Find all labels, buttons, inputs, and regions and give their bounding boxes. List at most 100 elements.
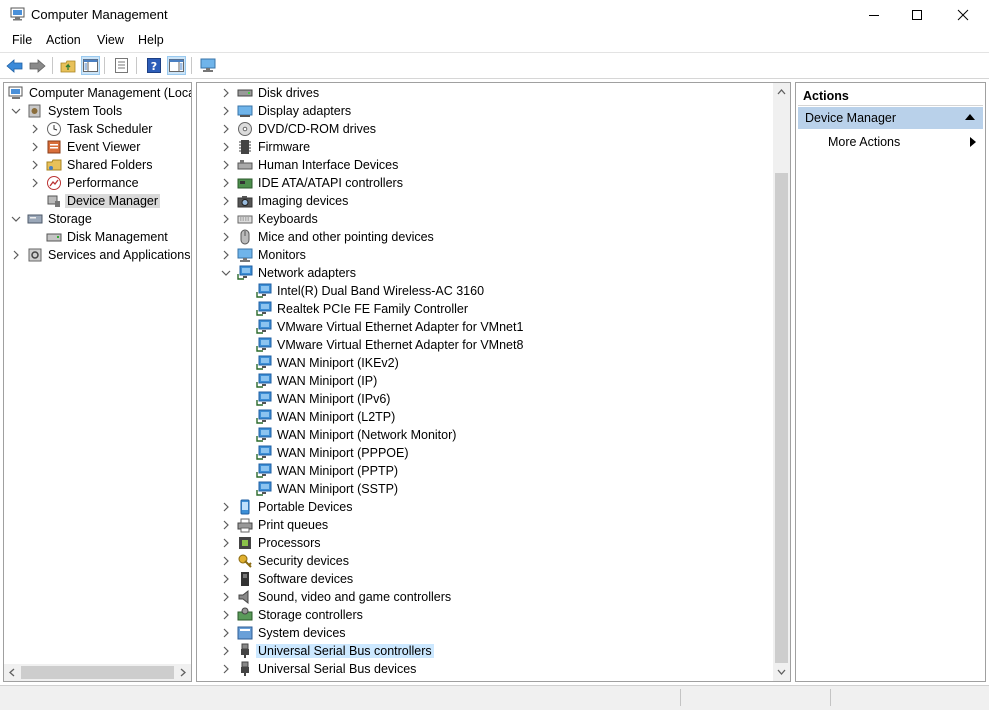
tree-expander[interactable]	[221, 502, 231, 512]
more-actions-item[interactable]: More Actions	[828, 135, 900, 149]
device-tree-item[interactable]: DVD/CD-ROM drives	[197, 120, 773, 138]
chevron-right-icon[interactable]	[221, 592, 231, 602]
tree-expander[interactable]	[221, 538, 231, 548]
chevron-down-icon[interactable]	[221, 268, 231, 278]
show-hide-action-pane-button[interactable]	[167, 56, 186, 75]
chevron-right-icon[interactable]	[221, 178, 231, 188]
console-tree-item[interactable]: Performance	[4, 174, 190, 192]
chevron-down-icon[interactable]	[11, 214, 21, 224]
menu-view[interactable]: View	[97, 33, 124, 47]
chevron-right-icon[interactable]	[221, 106, 231, 116]
tree-expander[interactable]	[221, 160, 231, 170]
scroll-right-icon[interactable]	[179, 668, 187, 677]
chevron-right-icon[interactable]	[30, 124, 40, 134]
chevron-right-icon[interactable]	[221, 160, 231, 170]
tree-expander[interactable]	[221, 88, 231, 98]
device-tree-item[interactable]: WAN Miniport (IP)	[197, 372, 773, 390]
chevron-right-icon[interactable]	[221, 520, 231, 530]
tree-expander[interactable]	[221, 250, 231, 260]
tree-expander[interactable]	[30, 178, 40, 188]
forward-button[interactable]	[28, 56, 47, 75]
device-tree-item[interactable]: WAN Miniport (Network Monitor)	[197, 426, 773, 444]
chevron-right-icon[interactable]	[221, 646, 231, 656]
tree-expander[interactable]	[30, 124, 40, 134]
scan-hardware-button[interactable]	[198, 56, 217, 75]
console-tree-item[interactable]: Services and Applications	[4, 246, 190, 264]
show-hide-tree-button[interactable]	[81, 56, 100, 75]
tree-expander[interactable]	[30, 160, 40, 170]
console-tree-item[interactable]: Event Viewer	[4, 138, 190, 156]
device-tree-item[interactable]: Monitors	[197, 246, 773, 264]
device-tree-item[interactable]: WAN Miniport (IPv6)	[197, 390, 773, 408]
maximize-button[interactable]	[894, 0, 940, 30]
tree-expander[interactable]	[221, 232, 231, 242]
tree-expander[interactable]	[221, 628, 231, 638]
chevron-right-icon[interactable]	[221, 250, 231, 260]
tree-expander[interactable]	[221, 196, 231, 206]
device-tree-item[interactable]: Universal Serial Bus devices	[197, 660, 773, 678]
device-tree-item[interactable]: VMware Virtual Ethernet Adapter for VMne…	[197, 336, 773, 354]
device-tree-item[interactable]: Display adapters	[197, 102, 773, 120]
menu-help[interactable]: Help	[138, 33, 164, 47]
device-tree-item[interactable]: Intel(R) Dual Band Wireless-AC 3160	[197, 282, 773, 300]
chevron-right-icon[interactable]	[30, 178, 40, 188]
chevron-right-icon[interactable]	[221, 214, 231, 224]
device-tree-item[interactable]: IDE ATA/ATAPI controllers	[197, 174, 773, 192]
device-tree-item[interactable]: WAN Miniport (IKEv2)	[197, 354, 773, 372]
tree-expander[interactable]	[11, 214, 21, 224]
chevron-right-icon[interactable]	[221, 232, 231, 242]
console-tree-item[interactable]: Device Manager	[4, 192, 190, 210]
device-tree-item[interactable]: Storage controllers	[197, 606, 773, 624]
tree-expander[interactable]	[221, 268, 231, 278]
chevron-right-icon[interactable]	[221, 574, 231, 584]
device-tree-item[interactable]: Portable Devices	[197, 498, 773, 516]
scroll-up-icon[interactable]	[777, 88, 786, 96]
chevron-right-icon[interactable]	[221, 88, 231, 98]
actions-section-device-manager[interactable]: Device Manager	[798, 107, 983, 129]
chevron-right-icon[interactable]	[221, 628, 231, 638]
collapse-up-icon[interactable]	[965, 114, 975, 121]
tree-expander[interactable]	[221, 574, 231, 584]
device-tree-item[interactable]: Firmware	[197, 138, 773, 156]
device-tree-item[interactable]: Keyboards	[197, 210, 773, 228]
chevron-right-icon[interactable]	[11, 250, 21, 260]
device-tree-item[interactable]: Print queues	[197, 516, 773, 534]
console-tree-item[interactable]: Storage	[4, 210, 190, 228]
device-tree-item[interactable]: Security devices	[197, 552, 773, 570]
tree-expander[interactable]	[221, 610, 231, 620]
scroll-left-icon[interactable]	[8, 668, 16, 677]
device-tree-item[interactable]: Imaging devices	[197, 192, 773, 210]
tree-expander[interactable]	[30, 142, 40, 152]
tree-expander[interactable]	[221, 520, 231, 530]
help-button[interactable]: ?	[144, 56, 163, 75]
console-tree-item[interactable]: Computer Management (Local	[4, 84, 191, 102]
console-tree-item[interactable]: Shared Folders	[4, 156, 190, 174]
tree-expander[interactable]	[221, 178, 231, 188]
tree-expander[interactable]	[221, 664, 231, 674]
menu-file[interactable]: File	[12, 33, 32, 47]
chevron-right-icon[interactable]	[221, 538, 231, 548]
chevron-right-icon[interactable]	[30, 142, 40, 152]
chevron-right-icon[interactable]	[221, 664, 231, 674]
properties-button[interactable]	[112, 56, 131, 75]
device-tree-item[interactable]: WAN Miniport (PPTP)	[197, 462, 773, 480]
horizontal-scroll-thumb[interactable]	[21, 666, 174, 679]
device-tree-item[interactable]: Software devices	[197, 570, 773, 588]
submenu-arrow-icon[interactable]	[970, 137, 976, 147]
up-folder-button[interactable]	[58, 56, 77, 75]
device-tree-item[interactable]: System devices	[197, 624, 773, 642]
device-tree-item[interactable]: WAN Miniport (PPPOE)	[197, 444, 773, 462]
minimize-button[interactable]	[851, 0, 897, 30]
chevron-right-icon[interactable]	[221, 502, 231, 512]
chevron-right-icon[interactable]	[221, 610, 231, 620]
menu-action[interactable]: Action	[46, 33, 81, 47]
device-tree-item[interactable]: WAN Miniport (L2TP)	[197, 408, 773, 426]
console-tree-item[interactable]: Task Scheduler	[4, 120, 190, 138]
close-button[interactable]	[940, 0, 986, 30]
chevron-right-icon[interactable]	[221, 124, 231, 134]
tree-expander[interactable]	[11, 250, 21, 260]
tree-expander[interactable]	[221, 592, 231, 602]
device-tree-item[interactable]: Sound, video and game controllers	[197, 588, 773, 606]
device-tree-item[interactable]: Human Interface Devices	[197, 156, 773, 174]
tree-expander[interactable]	[221, 556, 231, 566]
